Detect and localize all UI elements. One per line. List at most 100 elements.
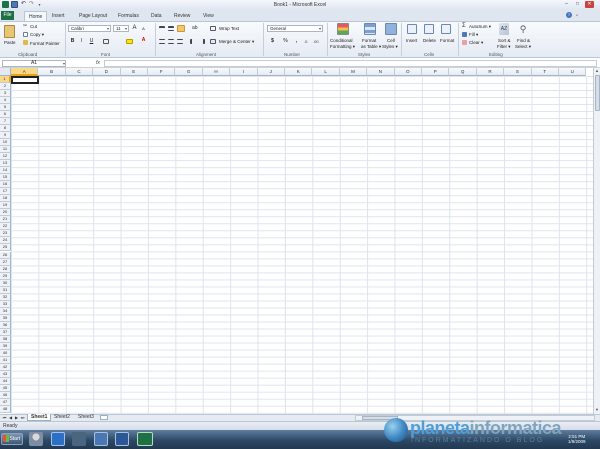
fill-color-icon[interactable] <box>126 39 133 44</box>
tab-home[interactable]: Home <box>24 11 48 21</box>
align-bottom-icon[interactable] <box>177 25 185 32</box>
font-name-combo[interactable]: Calibri ▾ <box>68 25 111 32</box>
sheet-tab-sheet3[interactable]: Sheet3 <box>75 414 97 421</box>
insert-button[interactable]: Insert <box>406 38 417 43</box>
row-header[interactable]: 23 <box>0 230 11 238</box>
row-header[interactable]: 10 <box>0 139 11 147</box>
column-header[interactable]: N <box>367 68 395 76</box>
format-as-table-icon[interactable] <box>364 23 376 35</box>
row-header[interactable]: 7 <box>0 118 11 126</box>
fill-button[interactable]: Fill ▾ <box>469 32 478 38</box>
row-header[interactable]: 46 <box>0 391 11 399</box>
comma-button[interactable]: , <box>293 38 300 44</box>
row-header[interactable]: 31 <box>0 286 11 294</box>
row-header[interactable]: 15 <box>0 174 11 182</box>
insert-function-button[interactable]: fx <box>96 60 100 66</box>
row-header[interactable]: 12 <box>0 153 11 161</box>
cell-styles-button[interactable]: Cell <box>387 38 395 43</box>
column-header[interactable]: S <box>504 68 532 76</box>
find-select-button[interactable]: Find & <box>517 38 530 43</box>
paste-icon[interactable] <box>4 25 15 38</box>
column-header[interactable]: Q <box>449 68 477 76</box>
taskbar-explorer-icon[interactable] <box>94 432 108 446</box>
row-header[interactable]: 40 <box>0 349 11 357</box>
close-button[interactable]: ✕ <box>585 1 594 8</box>
next-sheet-icon[interactable]: ▶ <box>14 415 19 420</box>
conditional-formatting-icon[interactable] <box>337 23 349 35</box>
format-painter-button[interactable]: Format Painter <box>30 41 60 46</box>
row-header[interactable]: 8 <box>0 125 11 133</box>
scroll-up-icon[interactable]: ▲ <box>594 68 600 74</box>
insert-cells-icon[interactable] <box>407 24 417 34</box>
copy-button[interactable]: Copy ▾ <box>30 32 44 38</box>
column-header[interactable]: H <box>202 68 231 76</box>
cut-icon[interactable]: ✂ <box>23 24 28 29</box>
increase-decimal-icon[interactable]: .0 <box>304 39 310 44</box>
row-header[interactable]: 41 <box>0 356 11 364</box>
column-header[interactable]: F <box>148 68 176 76</box>
scroll-down-icon[interactable]: ▼ <box>594 407 600 413</box>
formula-input[interactable] <box>104 60 597 67</box>
borders-icon[interactable] <box>103 39 109 44</box>
conditional-formatting-button[interactable]: Conditional <box>330 38 353 43</box>
row-header[interactable]: 6 <box>0 111 11 119</box>
cell-styles-icon[interactable] <box>385 23 397 35</box>
column-header[interactable]: D <box>93 68 121 76</box>
row-header[interactable]: 34 <box>0 307 11 315</box>
font-size-combo[interactable]: 11 ▾ <box>113 25 129 32</box>
taskbar-word-icon[interactable] <box>115 432 129 446</box>
first-sheet-icon[interactable]: ⏮ <box>2 415 7 420</box>
tab-view[interactable]: View <box>203 13 214 19</box>
format-as-table-button[interactable]: Format <box>362 38 376 43</box>
column-header[interactable]: J <box>257 68 285 76</box>
sort-filter-button[interactable]: Sort & <box>498 38 511 43</box>
row-header[interactable]: 30 <box>0 279 11 287</box>
cell-area[interactable] <box>11 76 593 414</box>
row-header[interactable]: 37 <box>0 328 11 336</box>
column-header[interactable]: O <box>394 68 422 76</box>
align-left-icon[interactable] <box>159 39 165 44</box>
tab-data[interactable]: Data <box>151 13 162 19</box>
clear-button[interactable]: Clear ▾ <box>469 40 483 46</box>
help-icon[interactable]: ? <box>566 12 572 18</box>
row-header[interactable]: 29 <box>0 272 11 280</box>
row-header[interactable]: 42 <box>0 363 11 371</box>
column-header[interactable]: K <box>285 68 313 76</box>
sort-filter-icon[interactable]: AZ <box>499 23 509 35</box>
sheet-tab-sheet1[interactable]: Sheet1 <box>27 414 52 421</box>
percent-button[interactable]: % <box>282 38 289 44</box>
row-header[interactable]: 47 <box>0 398 11 406</box>
taskbar-media-icon[interactable] <box>72 432 86 446</box>
column-header[interactable]: C <box>65 68 94 76</box>
autosum-button[interactable]: AutoSum ▾ <box>469 24 491 30</box>
format-cells-icon[interactable] <box>441 24 451 34</box>
row-header[interactable]: 36 <box>0 321 11 329</box>
active-cell[interactable] <box>11 76 39 84</box>
autosum-icon[interactable]: Σ <box>462 23 467 29</box>
row-header[interactable]: 4 <box>0 97 11 105</box>
align-right-icon[interactable] <box>177 39 183 44</box>
tab-review[interactable]: Review <box>174 13 190 19</box>
clear-icon[interactable] <box>462 40 467 45</box>
align-middle-icon[interactable] <box>168 26 174 31</box>
decrease-decimal-icon[interactable]: .00 <box>313 39 319 44</box>
row-header[interactable]: 24 <box>0 237 11 245</box>
column-header[interactable]: M <box>339 68 368 76</box>
row-header[interactable]: 14 <box>0 167 11 175</box>
delete-button[interactable]: Delete <box>423 38 436 43</box>
select-all-corner[interactable] <box>0 68 11 76</box>
row-header[interactable]: 43 <box>0 370 11 378</box>
row-header[interactable]: 19 <box>0 202 11 210</box>
column-header[interactable]: U <box>559 68 587 76</box>
row-header[interactable]: 35 <box>0 314 11 322</box>
row-header[interactable]: 5 <box>0 104 11 112</box>
maximize-button[interactable]: □ <box>573 1 582 8</box>
row-header[interactable]: 11 <box>0 146 11 154</box>
sheet-tab-sheet2[interactable]: Sheet2 <box>51 414 73 421</box>
row-header[interactable]: 18 <box>0 195 11 203</box>
wrap-text-icon[interactable] <box>210 26 216 31</box>
font-color-button[interactable]: A <box>140 37 147 43</box>
name-box-dropdown-icon[interactable]: ▾ <box>63 61 65 66</box>
find-select-icon[interactable]: ⚲ <box>518 23 528 35</box>
row-header[interactable]: 32 <box>0 293 11 301</box>
